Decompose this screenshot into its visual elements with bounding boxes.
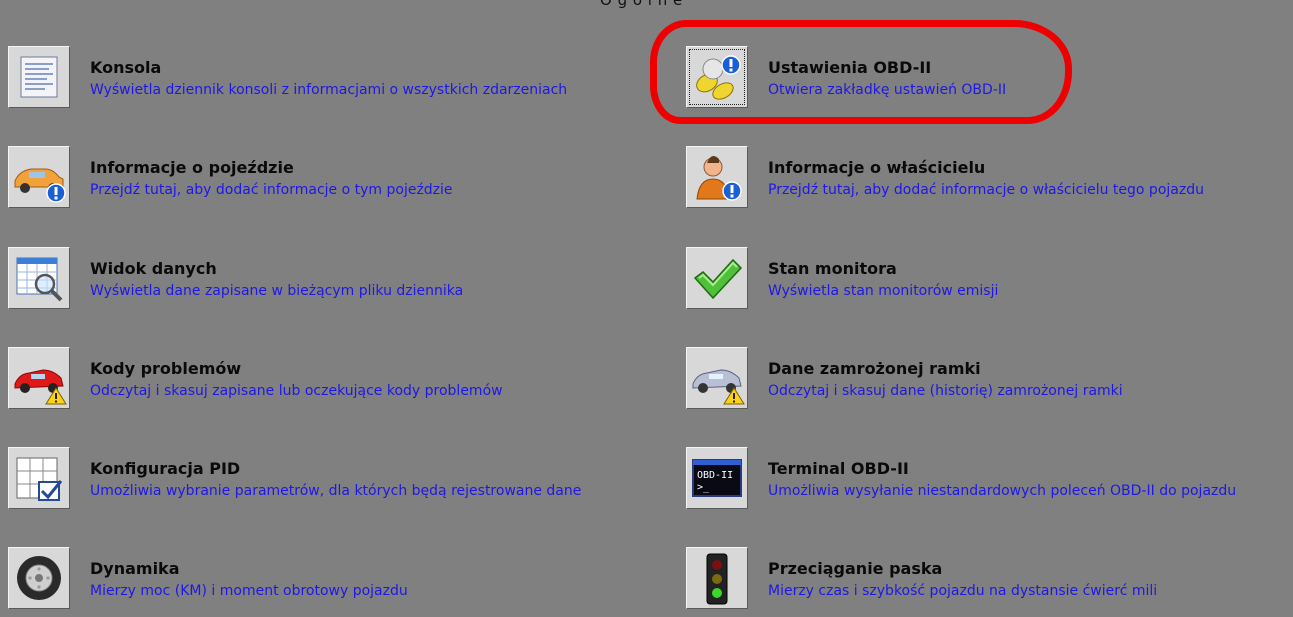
menu-item-title: Przeciąganie paska bbox=[768, 559, 943, 578]
menu-item-console[interactable]: Konsola Wyświetla dziennik konsoli z inf… bbox=[8, 46, 648, 116]
menu-item-data-view[interactable]: Widok danych Wyświetla dane zapisane w b… bbox=[8, 247, 648, 317]
terminal-icon-prompt: >_ bbox=[697, 482, 710, 493]
menu-item-description: Mierzy moc (KM) i moment obrotowy pojazd… bbox=[90, 583, 408, 599]
vehicle-info-icon bbox=[8, 146, 70, 208]
terminal-icon: OBD-II >_ bbox=[686, 447, 748, 509]
menu-item-freeze-frame[interactable]: Dane zamrożonej ramki Odczytaj i skasuj … bbox=[686, 347, 1293, 417]
menu-item-dynamics[interactable]: Dynamika Mierzy moc (KM) i moment obroto… bbox=[8, 547, 648, 617]
menu-item-drag-race[interactable]: Przeciąganie paska Mierzy czas i szybkoś… bbox=[686, 547, 1293, 617]
menu-item-description: Przejdź tutaj, aby dodać informacje o wł… bbox=[768, 182, 1204, 198]
menu-item-title: Dynamika bbox=[90, 559, 180, 578]
menu-item-description: Przejdź tutaj, aby dodać informacje o ty… bbox=[90, 182, 453, 198]
menu-item-description: Wyświetla dziennik konsoli z informacjam… bbox=[90, 82, 568, 98]
menu-item-description: Odczytaj i skasuj dane (historię) zamroż… bbox=[768, 383, 1123, 399]
menu-item-description: Odczytaj i skasuj zapisane lub oczekując… bbox=[90, 383, 503, 399]
pid-config-icon bbox=[8, 447, 70, 509]
menu-item-description: Mierzy czas i szybkość pojazdu na dystan… bbox=[768, 583, 1158, 599]
menu-item-title: Terminal OBD-II bbox=[768, 459, 909, 478]
menu-item-owner-info[interactable]: Informacje o właścicielu Przejdź tutaj, … bbox=[686, 146, 1293, 216]
data-view-icon bbox=[8, 247, 70, 309]
menu-item-title: Stan monitora bbox=[768, 259, 897, 278]
console-icon bbox=[8, 46, 70, 108]
menu-item-description: Umożliwia wysyłanie niestandardowych pol… bbox=[768, 483, 1237, 499]
terminal-icon-text: OBD-II bbox=[697, 470, 733, 481]
trouble-codes-icon bbox=[8, 347, 70, 409]
menu-item-title: Konfiguracja PID bbox=[90, 459, 241, 478]
wheel-icon bbox=[8, 547, 70, 609]
obd-settings-icon bbox=[686, 46, 748, 108]
menu-item-description: Umożliwia wybranie parametrów, dla który… bbox=[90, 483, 582, 499]
menu-item-description: Wyświetla dane zapisane w bieżącym pliku… bbox=[90, 283, 464, 299]
menu-item-description: Wyświetla stan monitorów emisji bbox=[768, 283, 999, 299]
menu-item-terminal[interactable]: OBD-II >_ Terminal OBD-II Umożliwia wysy… bbox=[686, 447, 1293, 517]
menu-item-title: Widok danych bbox=[90, 259, 217, 278]
menu-item-description: Otwiera zakładkę ustawień OBD-II bbox=[768, 82, 1007, 98]
section-heading-cut: O g ó l n e bbox=[600, 0, 683, 9]
menu-item-title: Informacje o pojeździe bbox=[90, 158, 294, 177]
menu-item-pid-config[interactable]: Konfiguracja PID Umożliwia wybranie para… bbox=[8, 447, 648, 517]
menu-item-title: Informacje o właścicielu bbox=[768, 158, 986, 177]
menu-item-trouble-codes[interactable]: Kody problemów Odczytaj i skasuj zapisan… bbox=[8, 347, 648, 417]
owner-info-icon bbox=[686, 146, 748, 208]
menu-item-vehicle-info[interactable]: Informacje o pojeździe Przejdź tutaj, ab… bbox=[8, 146, 648, 216]
menu-item-obd-settings[interactable]: Ustawienia OBD-II Otwiera zakładkę ustaw… bbox=[686, 46, 1293, 116]
freeze-frame-icon bbox=[686, 347, 748, 409]
menu-item-title: Kody problemów bbox=[90, 359, 242, 378]
traffic-light-icon bbox=[686, 547, 748, 609]
menu-item-monitor-status[interactable]: Stan monitora Wyświetla stan monitorów e… bbox=[686, 247, 1293, 317]
checkmark-icon bbox=[686, 247, 748, 309]
menu-item-title: Ustawienia OBD-II bbox=[768, 58, 932, 77]
menu-item-title: Konsola bbox=[90, 58, 162, 77]
menu-item-title: Dane zamrożonej ramki bbox=[768, 359, 981, 378]
